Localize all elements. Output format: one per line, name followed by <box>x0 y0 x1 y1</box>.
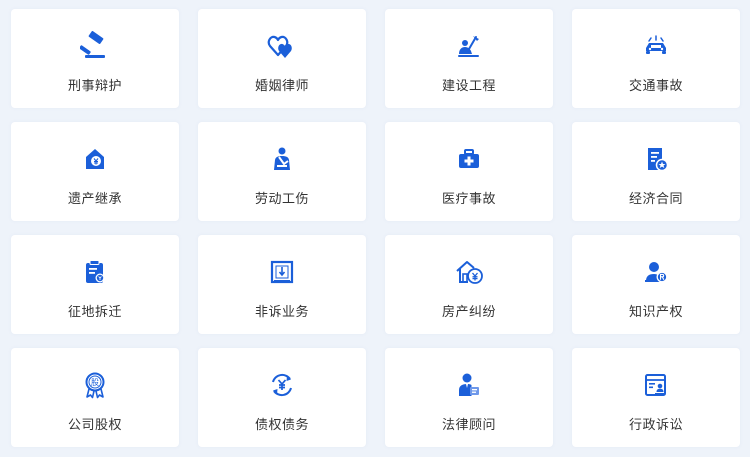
category-card-medical-accident[interactable]: 医疗事故 <box>385 122 553 221</box>
category-label: 知识产权 <box>628 305 683 320</box>
category-label: 行政诉讼 <box>628 418 683 433</box>
category-label: 交通事故 <box>628 79 683 94</box>
category-card-traffic-accident[interactable]: 交通事故 <box>572 9 740 108</box>
category-label: 债权债务 <box>254 418 309 433</box>
category-card-economic-contract[interactable]: 经济合同 <box>572 122 740 221</box>
car-accident-icon <box>641 31 671 61</box>
construction-worker-icon <box>454 31 484 61</box>
contract-document-icon <box>641 144 671 174</box>
category-card-non-litigation[interactable]: 非诉业务 <box>198 235 366 334</box>
registered-trademark-icon <box>641 257 671 287</box>
category-card-debt[interactable]: 债权债务 <box>198 348 366 447</box>
clipboard-relocation-icon <box>80 257 110 287</box>
category-card-administrative-litigation[interactable]: 行政诉讼 <box>572 348 740 447</box>
house-dispute-icon <box>454 257 484 287</box>
category-card-intellectual-property[interactable]: 知识产权 <box>572 235 740 334</box>
category-card-company-equity[interactable]: 股 公司股权 <box>11 348 179 447</box>
category-label: 建设工程 <box>441 79 496 94</box>
category-label: 医疗事故 <box>441 192 496 207</box>
category-card-marriage-lawyer[interactable]: 婚姻律师 <box>198 9 366 108</box>
category-card-inheritance[interactable]: 遗产继承 <box>11 122 179 221</box>
svg-text:股: 股 <box>91 378 99 387</box>
category-card-work-injury[interactable]: 劳动工伤 <box>198 122 366 221</box>
medical-kit-icon <box>454 144 484 174</box>
category-card-land-relocation[interactable]: 征地拆迁 <box>11 235 179 334</box>
hearts-icon <box>267 31 297 61</box>
category-label: 征地拆迁 <box>67 305 122 320</box>
category-label: 婚姻律师 <box>254 79 309 94</box>
category-label: 房产纠纷 <box>441 305 496 320</box>
framed-document-icon <box>267 257 297 287</box>
gavel-icon <box>80 31 110 61</box>
category-label: 公司股权 <box>67 418 122 433</box>
category-card-construction[interactable]: 建设工程 <box>385 9 553 108</box>
house-yen-icon <box>80 144 110 174</box>
equity-rosette-icon: 股 <box>80 370 110 400</box>
category-card-criminal-defense[interactable]: 刑事辩护 <box>11 9 179 108</box>
category-card-property-dispute[interactable]: 房产纠纷 <box>385 235 553 334</box>
category-label: 法律顾问 <box>441 418 496 433</box>
administrative-form-icon <box>641 370 671 400</box>
injured-worker-icon <box>267 144 297 174</box>
legal-advisor-icon <box>454 370 484 400</box>
debt-exchange-icon <box>267 370 297 400</box>
category-label: 非诉业务 <box>254 305 309 320</box>
category-label: 劳动工伤 <box>254 192 309 207</box>
category-grid: 刑事辩护 婚姻律师 建设工程 交通事故 遗产继承 劳动工伤 医疗事故 经济合同 … <box>0 0 750 457</box>
category-label: 经济合同 <box>628 192 683 207</box>
category-label: 刑事辩护 <box>67 79 122 94</box>
category-card-legal-advisor[interactable]: 法律顾问 <box>385 348 553 447</box>
category-label: 遗产继承 <box>67 192 122 207</box>
